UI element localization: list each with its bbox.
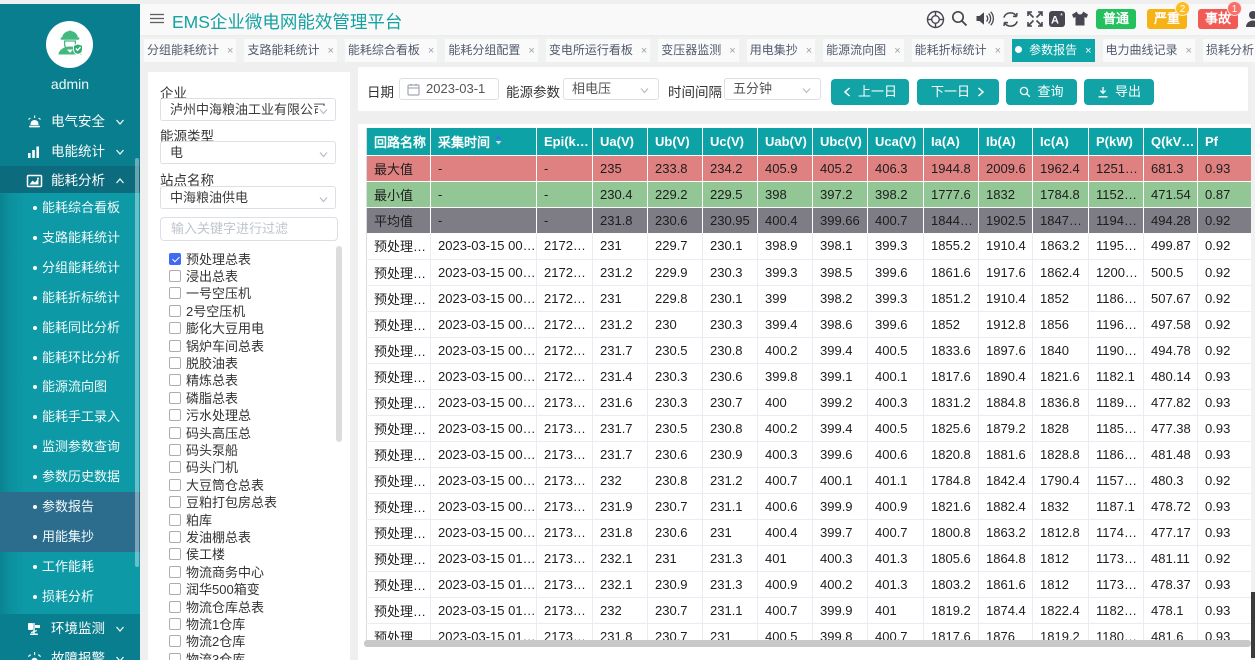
svg-text:*: * — [1060, 13, 1063, 20]
svg-text:A: A — [1051, 15, 1059, 27]
